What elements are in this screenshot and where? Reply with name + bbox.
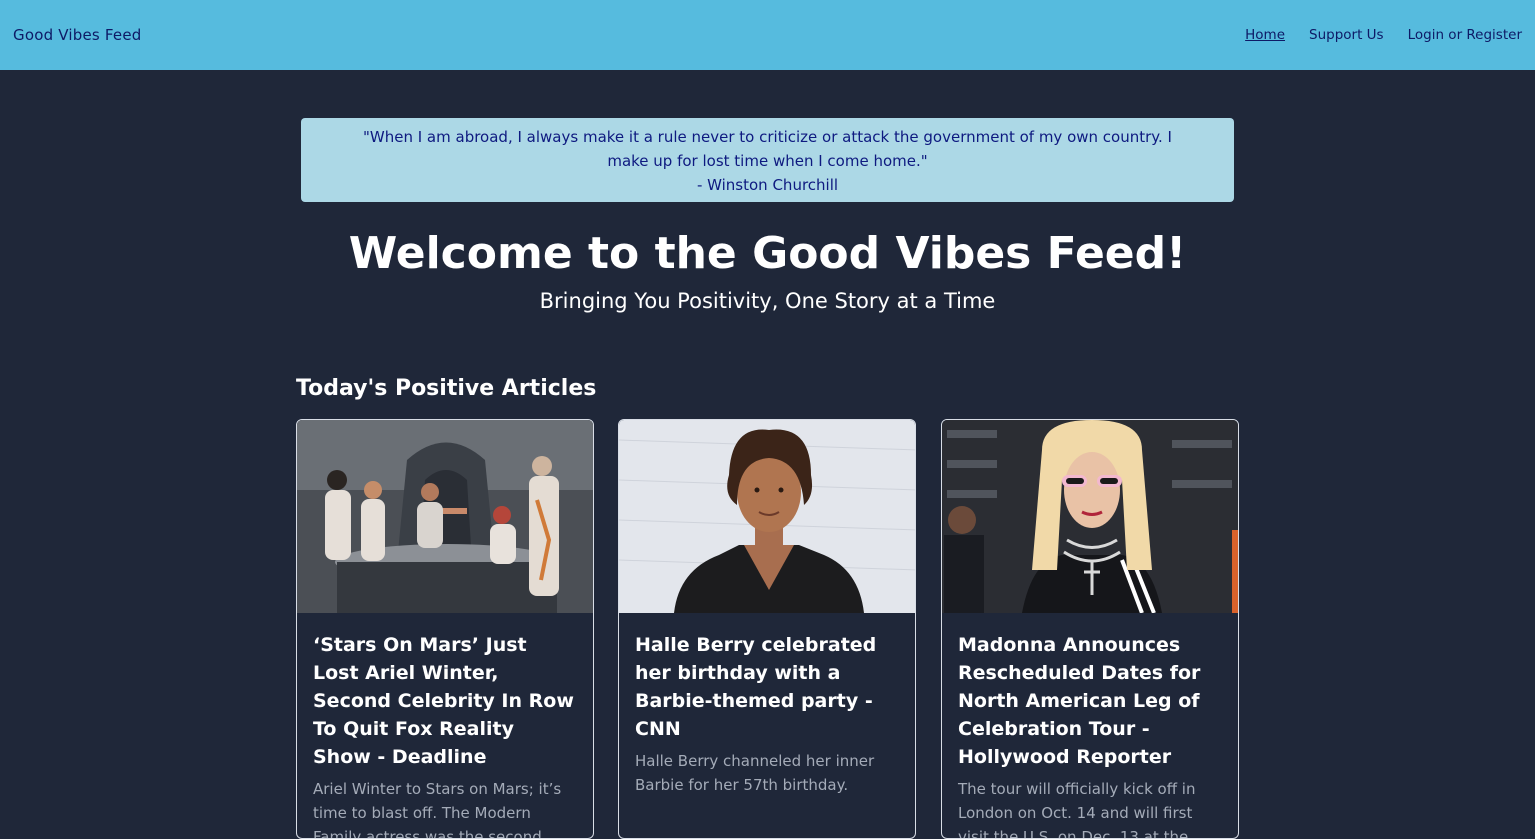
nav-link-login-register[interactable]: Login or Register (1408, 27, 1522, 43)
article-body: Halle Berry celebrated her birthday with… (619, 613, 915, 797)
articles-heading: Today's Positive Articles (296, 376, 597, 401)
nav-link-home[interactable]: Home (1245, 27, 1285, 43)
quote-banner: "When I am abroad, I always make it a ru… (301, 118, 1234, 202)
navbar: Good Vibes Feed Home Support Us Login or… (0, 0, 1535, 70)
article-body: Madonna Announces Rescheduled Dates for … (942, 613, 1238, 839)
article-title[interactable]: Madonna Announces Rescheduled Dates for … (958, 631, 1222, 771)
article-card[interactable]: ‘Stars On Mars’ Just Lost Ariel Winter, … (296, 419, 594, 839)
nav-link-support-us[interactable]: Support Us (1309, 27, 1384, 43)
article-image[interactable] (297, 420, 593, 613)
article-description: The tour will officially kick off in Lon… (958, 780, 1196, 839)
quote-author: - Winston Churchill (696, 176, 839, 194)
quote-text: "When I am abroad, I always make it a ru… (363, 128, 1172, 170)
article-image[interactable] (942, 420, 1238, 613)
page-subtitle: Bringing You Positivity, One Story at a … (539, 289, 996, 313)
nav-links: Home Support Us Login or Register (1245, 27, 1522, 43)
article-title[interactable]: Halle Berry celebrated her birthday with… (635, 631, 899, 743)
article-card[interactable]: Madonna Announces Rescheduled Dates for … (941, 419, 1239, 839)
article-description: Halle Berry channeled her inner Barbie f… (635, 752, 875, 794)
brand-link[interactable]: Good Vibes Feed (13, 26, 142, 44)
article-description: Ariel Winter to Stars on Mars; it’s time… (313, 780, 562, 839)
article-title[interactable]: ‘Stars On Mars’ Just Lost Ariel Winter, … (313, 631, 577, 771)
article-image[interactable] (619, 420, 915, 613)
article-card[interactable]: Halle Berry celebrated her birthday with… (618, 419, 916, 839)
article-body: ‘Stars On Mars’ Just Lost Ariel Winter, … (297, 613, 593, 839)
page-title: Welcome to the Good Vibes Feed! (348, 228, 1187, 279)
